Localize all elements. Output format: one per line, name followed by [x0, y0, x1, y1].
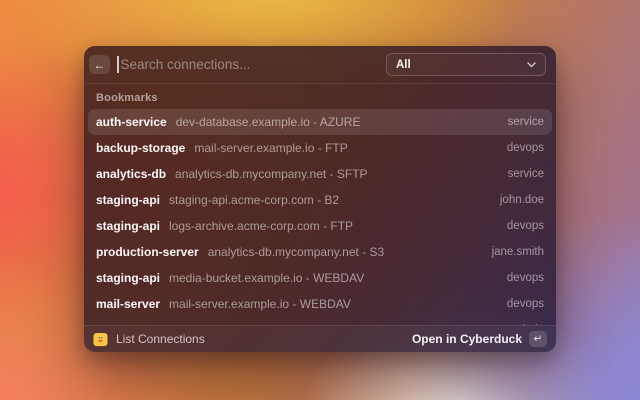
connection-url: mail-server.example.io - WEBDAV — [169, 297, 351, 311]
connection-name: mail-server — [96, 297, 160, 311]
list-item[interactable]: staging-api logs-archive.acme-corp.com -… — [88, 213, 552, 239]
bookmarks-section-label: Bookmarks — [84, 84, 556, 109]
connection-name: auth-service — [96, 115, 167, 129]
connection-name: staging-api — [96, 219, 160, 233]
connection-url: logs-archive.acme-corp.com - FTP — [169, 219, 353, 233]
connection-name: analytics-db — [96, 167, 166, 181]
search-connections-window: ← All Bookmarks auth-service dev-databas… — [84, 46, 556, 352]
connection-url: staging-api.acme-corp.com - B2 — [169, 193, 339, 207]
list-item[interactable]: media-bucket logs-archive.cloud-services… — [88, 317, 552, 325]
connection-user: john.doe — [490, 194, 544, 206]
connection-url: mail-server.example.io - FTP — [194, 141, 347, 155]
list-item[interactable]: backup-storage mail-server.example.io - … — [88, 135, 552, 161]
filter-value: All — [396, 59, 411, 71]
connection-user: jane.smith — [482, 246, 544, 258]
list-item[interactable]: analytics-db analytics-db.mycompany.net … — [88, 161, 552, 187]
back-arrow-icon: ← — [94, 58, 106, 72]
connection-url: analytics-db.mycompany.net - S3 — [208, 245, 385, 259]
connection-name: production-server — [96, 245, 199, 259]
footer-app-label: List Connections — [116, 332, 205, 346]
connection-url: media-bucket.example.io - WEBDAV — [169, 271, 364, 285]
list-item[interactable]: auth-service dev-database.example.io - A… — [88, 109, 552, 135]
connection-user: service — [498, 168, 544, 180]
connection-name: staging-api — [96, 193, 160, 207]
list-item[interactable]: staging-api media-bucket.example.io - WE… — [88, 265, 552, 291]
cyberduck-app-icon — [93, 332, 108, 347]
connection-user: service — [498, 116, 544, 128]
connection-url: analytics-db.mycompany.net - SFTP — [175, 167, 368, 181]
search-bar: ← All — [84, 46, 556, 84]
return-key-icon: ↵ — [529, 331, 547, 347]
open-in-cyberduck-button[interactable]: Open in Cyberduck ↵ — [412, 331, 547, 347]
list-item[interactable]: staging-api staging-api.acme-corp.com - … — [88, 187, 552, 213]
list-item[interactable]: mail-server mail-server.example.io - WEB… — [88, 291, 552, 317]
connection-list: auth-service dev-database.example.io - A… — [84, 109, 556, 325]
connection-user: devops — [497, 272, 544, 284]
footer-bar: List Connections Open in Cyberduck ↵ — [84, 325, 556, 352]
chevron-down-icon — [527, 62, 536, 68]
open-action-label: Open in Cyberduck — [412, 332, 522, 346]
connection-user: devops — [497, 298, 544, 310]
connection-user: devops — [497, 220, 544, 232]
connection-name: backup-storage — [96, 141, 185, 155]
filter-dropdown[interactable]: All — [386, 53, 546, 76]
back-button[interactable]: ← — [89, 55, 110, 74]
connection-url: dev-database.example.io - AZURE — [176, 115, 361, 129]
connection-name: staging-api — [96, 271, 160, 285]
list-item[interactable]: production-server analytics-db.mycompany… — [88, 239, 552, 265]
connection-user: devops — [497, 142, 544, 154]
search-input[interactable] — [119, 57, 387, 72]
